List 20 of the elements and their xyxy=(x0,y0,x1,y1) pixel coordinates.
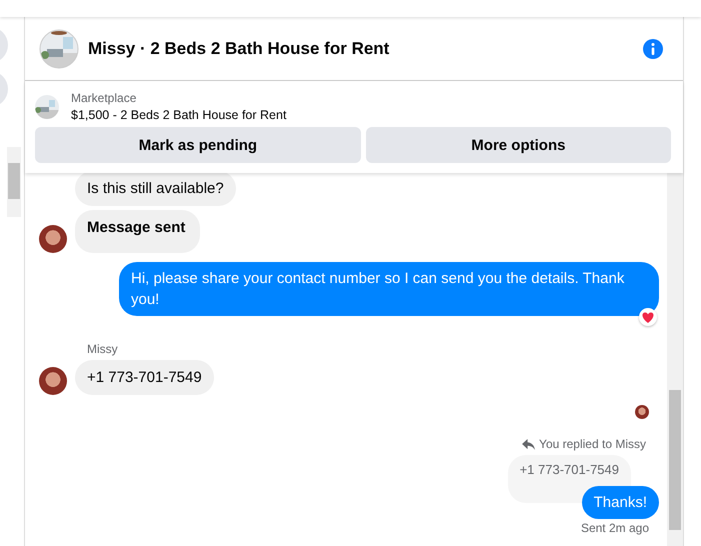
conversation-title: Missy · 2 Beds 2 Bath House for Rent xyxy=(88,38,390,58)
scrollbar[interactable] xyxy=(7,147,21,217)
message-status: Sent 2m ago xyxy=(580,521,650,535)
sender-name: Missy xyxy=(87,342,119,356)
message-bubble: Is this still available? xyxy=(75,173,236,206)
message-bubble: +1 773-701-7549 xyxy=(75,360,214,395)
listing-source: Marketplace xyxy=(71,91,138,105)
info-icon[interactable] xyxy=(643,38,663,58)
listing-title[interactable]: $1,500 - 2 Beds 2 Bath House for Rent xyxy=(71,108,286,122)
avatar[interactable] xyxy=(39,225,67,253)
action-button[interactable]: More options xyxy=(366,127,671,163)
reply-icon xyxy=(522,438,536,450)
avatar[interactable] xyxy=(39,367,67,395)
reply-note: You replied to Missy xyxy=(539,437,646,451)
message-bubble: Message sent xyxy=(75,210,200,253)
read-receipt-avatar xyxy=(635,405,649,419)
action-button[interactable]: Mark as pending xyxy=(35,127,361,163)
message-bubble: Hi, please share your contact number so I can send you the details. Thank you! xyxy=(119,262,659,316)
message-bubble: Thanks! xyxy=(582,486,659,519)
scrollbar[interactable] xyxy=(667,173,683,546)
